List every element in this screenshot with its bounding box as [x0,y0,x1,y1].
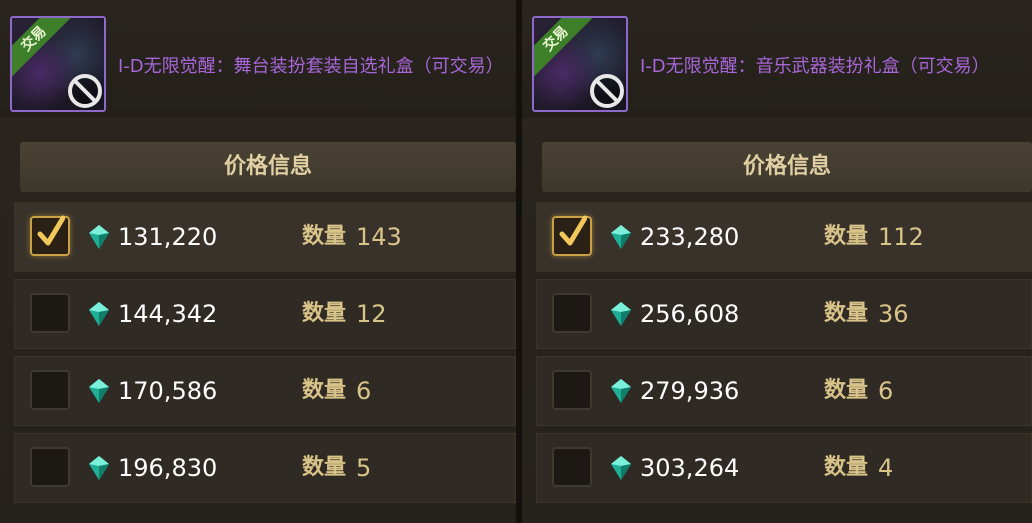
price-value: 170,586 [118,377,218,405]
row-checkbox[interactable] [552,447,592,487]
quantity-value: 36 [878,300,909,328]
item-icon[interactable]: 交易 [10,16,106,112]
price-value: 131,220 [118,223,218,251]
gem-icon [89,302,109,326]
price-row[interactable]: 279,936 数量 6 [536,356,1032,426]
price-row[interactable]: 256,608 数量 36 [536,279,1032,349]
price-row[interactable]: 233,280 数量 112 [536,202,1032,272]
price-value: 233,280 [640,223,740,251]
row-checkbox[interactable] [30,370,70,410]
gem-icon [89,225,109,249]
price-info-label: 价格信息 [223,154,312,179]
quantity-value: 6 [878,377,894,405]
gem-icon [89,379,109,403]
item-header: 交易 I-D无限觉醒：音乐武器装扮礼盒（可交易） [522,0,1032,118]
checkmark-icon [37,215,65,246]
price-row[interactable]: 170,586 数量 6 [14,356,516,426]
listing-panel-left: 交易 I-D无限觉醒：舞台装扮套装自选礼盒（可交易） 价格信息 131,220 … [0,0,516,523]
price-value: 303,264 [640,454,740,482]
quantity-label: 数量 [302,224,347,249]
item-icon[interactable]: 交易 [532,16,628,112]
row-checkbox[interactable] [552,370,592,410]
trade-badge: 交易 [12,18,76,81]
price-info-header: 价格信息 [542,142,1032,192]
item-header: 交易 I-D无限觉醒：舞台装扮套装自选礼盒（可交易） [0,0,516,118]
row-checkbox[interactable] [552,215,592,256]
trade-badge: 交易 [534,18,598,81]
quantity-label: 数量 [824,378,869,403]
gem-icon [611,456,631,480]
quantity-value: 143 [356,223,402,251]
item-title: I-D无限觉醒：舞台装扮套装自选礼盒（可交易） [118,56,504,77]
quantity-label: 数量 [824,301,869,326]
gem-icon [611,225,631,249]
quantity-label: 数量 [824,455,869,480]
row-checkbox[interactable] [30,215,70,256]
quantity-value: 12 [356,300,387,328]
no-entry-icon [68,74,102,108]
price-value: 279,936 [640,377,740,405]
price-info-label: 价格信息 [742,154,831,179]
price-value: 144,342 [118,300,218,328]
quantity-label: 数量 [302,301,347,326]
price-value: 256,608 [640,300,740,328]
gem-icon [611,302,631,326]
price-row[interactable]: 131,220 数量 143 [14,202,516,272]
quantity-value: 6 [356,377,372,405]
price-info-header: 价格信息 [20,142,516,192]
listing-panel-right: 交易 I-D无限觉醒：音乐武器装扮礼盒（可交易） 价格信息 233,280 数量… [516,0,1032,523]
quantity-value: 5 [356,454,372,482]
gem-icon [611,379,631,403]
no-entry-icon [590,74,624,108]
quantity-label: 数量 [302,378,347,403]
price-row[interactable]: 303,264 数量 4 [536,433,1032,503]
item-title: I-D无限觉醒：音乐武器装扮礼盒（可交易） [640,56,990,77]
gem-icon [89,456,109,480]
row-checkbox[interactable] [30,447,70,487]
quantity-label: 数量 [824,224,869,249]
row-checkbox[interactable] [30,293,70,333]
price-row[interactable]: 196,830 数量 5 [14,433,516,503]
price-value: 196,830 [118,454,218,482]
quantity-value: 4 [878,454,894,482]
quantity-value: 112 [878,223,924,251]
quantity-label: 数量 [302,455,347,480]
row-checkbox[interactable] [552,293,592,333]
price-row[interactable]: 144,342 数量 12 [14,279,516,349]
checkmark-icon [559,215,587,246]
